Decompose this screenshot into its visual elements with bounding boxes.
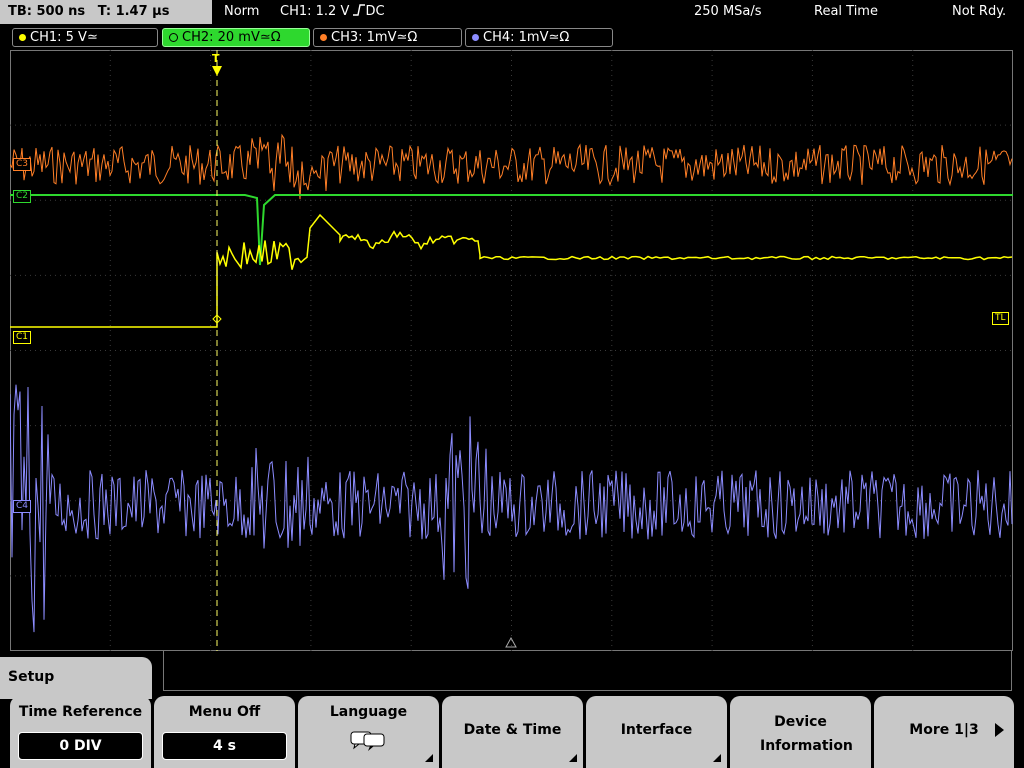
graticule (10, 50, 1013, 651)
softkey-interface[interactable]: Interface (586, 696, 727, 768)
ch1-label: CH1: 5 V (30, 30, 87, 45)
ch3-label: CH3: 1mV (331, 30, 397, 45)
ch1-ground-marker[interactable]: C1 (13, 331, 32, 344)
softkey-more[interactable]: More 1|3 (874, 696, 1014, 768)
waveform-overview-strip (163, 651, 1012, 691)
coupling-value: DC (365, 4, 385, 19)
ch3-ground-marker[interactable]: C3 (13, 158, 32, 171)
sample-rate: 250 MSa/s (694, 4, 762, 19)
timebase-value: TB: 500 ns (8, 4, 86, 19)
acquisition-state: Not Rdy. (952, 4, 1007, 19)
softkey-interface-label: Interface (620, 722, 693, 738)
status-bar: Norm CH1: 1.2 V DC 250 MSa/s Real Time N… (214, 0, 1024, 24)
ch4-color-dot (472, 34, 479, 41)
softkey-time-reference-label: Time Reference (18, 704, 143, 720)
submenu-indicator-icon (713, 754, 721, 762)
timebase-box[interactable]: TB: 500 ns T: 1.47 µs (0, 0, 212, 24)
trigger-position-arrow-icon (212, 66, 222, 76)
ch1-color-dot (19, 34, 26, 41)
ch4-coupling-icon: ≃Ω (548, 30, 570, 45)
softkey-device-information-label: Device Information (760, 714, 853, 754)
menu-title: Setup (0, 657, 152, 699)
softkey-date-time[interactable]: Date & Time (442, 696, 583, 768)
trigger-level-marker[interactable]: TL (992, 312, 1009, 325)
ch4-trace (10, 384, 1013, 633)
time-reference-value: 0 DIV (18, 732, 143, 760)
trigger-info[interactable]: CH1: 1.2 V DC (280, 0, 385, 24)
rising-edge-icon (353, 4, 366, 19)
acquisition-mode[interactable]: Real Time (814, 0, 878, 24)
trigger-position-marker[interactable]: T (212, 52, 220, 65)
ch2-coupling-icon: ≃Ω (259, 30, 281, 45)
trigger-mode[interactable]: Norm (224, 0, 259, 24)
waveform-traces (10, 50, 1013, 651)
channel-tab-ch4[interactable]: CH4: 1mV≃Ω (465, 28, 613, 47)
trigger-position-value: T: 1.47 µs (97, 4, 170, 19)
softkey-menu-off[interactable]: Menu Off 4 s (154, 696, 295, 768)
speech-bubble-icon (350, 730, 386, 756)
softkey-menu-off-label: Menu Off (188, 704, 261, 720)
softkey-time-reference[interactable]: Time Reference 0 DIV (10, 696, 151, 768)
next-page-arrow-icon (995, 723, 1004, 737)
ch3-trace (10, 133, 1013, 200)
softkey-date-time-label: Date & Time (463, 722, 562, 738)
ch2-color-dot (169, 33, 178, 42)
softkey-device-information[interactable]: Device Information (730, 696, 871, 768)
menu-off-value: 4 s (162, 732, 287, 760)
trigger-source-level: CH1: 1.2 V (280, 4, 350, 19)
ch2-ground-marker[interactable]: C2 (13, 190, 32, 203)
softkey-more-label: More 1|3 (909, 722, 979, 738)
submenu-indicator-icon (569, 754, 577, 762)
softkey-language-label: Language (329, 704, 408, 720)
ch4-ground-marker[interactable]: C4 (13, 500, 32, 513)
channel-tab-ch2[interactable]: CH2: 20 mV≃Ω (162, 28, 310, 47)
channel-tab-ch1[interactable]: CH1: 5 V≃ (12, 28, 158, 47)
ch1-coupling-icon: ≃ (86, 30, 98, 45)
ch3-coupling-icon: ≃Ω (396, 30, 418, 45)
ch2-label: CH2: 20 mV (182, 30, 260, 45)
ch4-label: CH4: 1mV (483, 30, 549, 45)
ch3-color-dot (320, 34, 327, 41)
softkey-language[interactable]: Language (298, 696, 439, 768)
submenu-indicator-icon (425, 754, 433, 762)
channel-tab-ch3[interactable]: CH3: 1mV≃Ω (313, 28, 462, 47)
